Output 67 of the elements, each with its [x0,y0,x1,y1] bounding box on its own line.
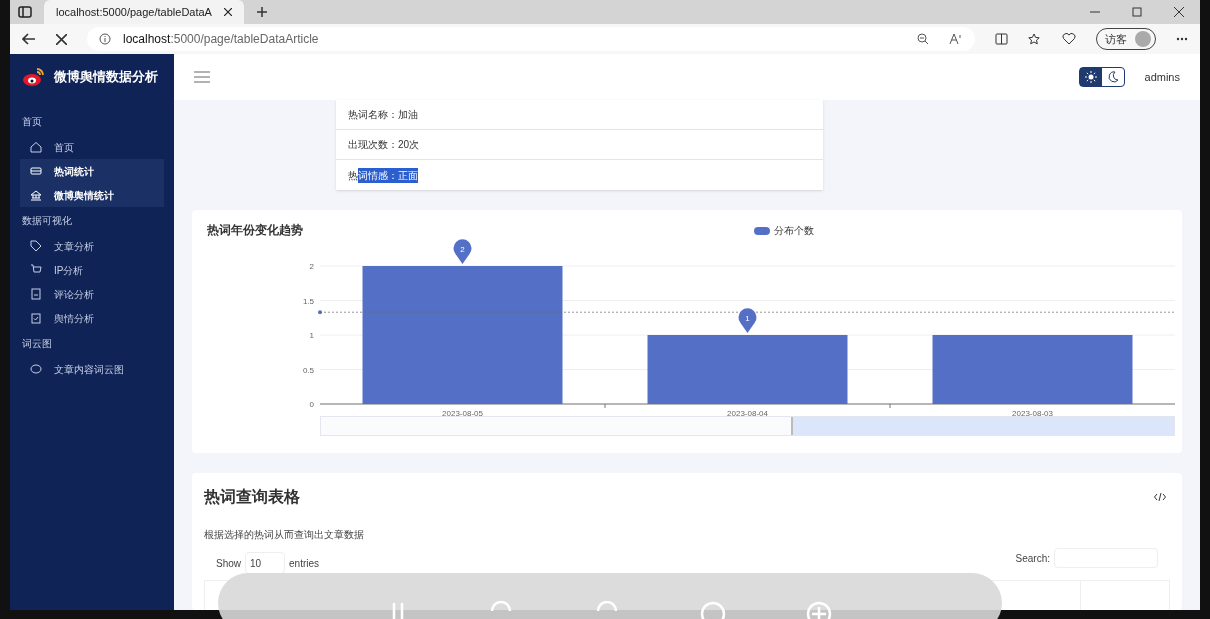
read-aloud-icon[interactable] [949,33,963,45]
axis-tick-label: 0.5 [302,365,314,375]
axis-tick-label: 0 [309,400,314,409]
card-icon [30,165,42,177]
brand-title: 微博舆情数据分析 [54,68,158,87]
theme-toggle[interactable] [1078,67,1125,87]
nav-item[interactable]: 热词统计 [20,159,164,183]
cart-icon [30,264,42,276]
maximize-icon[interactable] [1132,7,1142,17]
legend-label[interactable]: 分布个数 [774,223,814,238]
building-icon [30,189,42,201]
tab-actions-icon[interactable] [18,6,32,18]
info-row: 出现次数：20次 [336,130,823,160]
marker-pin: 1 [738,308,757,333]
info-icon [99,33,111,45]
legend-swatch[interactable] [754,226,770,235]
zoom-slider[interactable] [320,416,1175,436]
nav-item[interactable]: 首页 [20,135,164,159]
sun-icon[interactable] [1079,68,1102,86]
avatar-icon [1135,31,1151,47]
address-bar[interactable]: localhost:5000/page/tableDataArticle [87,27,975,51]
axis-tick-label: 2 [309,262,314,271]
close-icon[interactable] [224,8,232,16]
code-icon[interactable] [1154,492,1166,502]
nav-item[interactable]: 文章分析 [20,234,164,258]
axis-tick-label: 1 [309,331,314,340]
weibo-logo-icon [22,67,46,87]
chart-title: 热词年份变化趋势 [207,222,303,239]
control-label: Search: [1015,551,1050,566]
url-text: localhost:5000/page/tableDataArticle [123,31,319,48]
document-icon [30,288,42,300]
nav-item[interactable]: IP分析 [20,258,164,282]
card-description: 根据选择的热词从而查询出文章数据 [204,528,365,542]
nav-item[interactable]: 文章内容词云图 [20,357,164,381]
back-arrow-icon[interactable] [22,33,36,45]
annotation: 2 [460,245,466,254]
marker-pin: 2 [453,239,472,264]
nav-item[interactable]: 微博舆情统计 [20,183,164,207]
heart-pulse-icon[interactable] [1062,33,1076,45]
axis-category-label: 2023-08-05 [442,409,483,418]
home-icon [30,141,42,153]
favorites-icon[interactable] [1028,32,1042,46]
info-row-text: 热词情感：正面 [347,166,419,185]
tag-icon [30,240,42,252]
close-icon[interactable] [1174,7,1184,17]
chat-icon [30,363,42,375]
new-tab-icon[interactable] [256,6,268,18]
control-label: Show [216,556,241,571]
nav-item[interactable]: 评论分析 [20,282,164,306]
stop-icon[interactable] [56,33,67,45]
axis-tick-label: 1.5 [302,296,314,306]
nav-section-title: 词云图 [21,337,53,351]
axis-category-label: 2023-08-04 [727,409,768,418]
control-label: entries [289,556,320,571]
clipboard-icon [30,312,42,324]
user-name[interactable]: admins [1144,68,1180,86]
browser-tab[interactable]: localhost:5000/page/tableDataA [44,0,244,24]
info-row: 热词名称：加油 [336,100,823,130]
nav-section-title: 数据可视化 [21,214,73,228]
annotation: 1 [745,314,751,323]
nav-item[interactable]: 舆情分析 [20,306,164,330]
card-title: 热词查询表格 [204,487,300,507]
axis-category-label: 2023-08-03 [1012,409,1053,418]
nav-section-title: 首页 [21,115,43,129]
more-icon[interactable] [1176,37,1188,41]
split-screen-icon[interactable] [995,33,1008,45]
zoom-icon[interactable] [917,33,929,45]
